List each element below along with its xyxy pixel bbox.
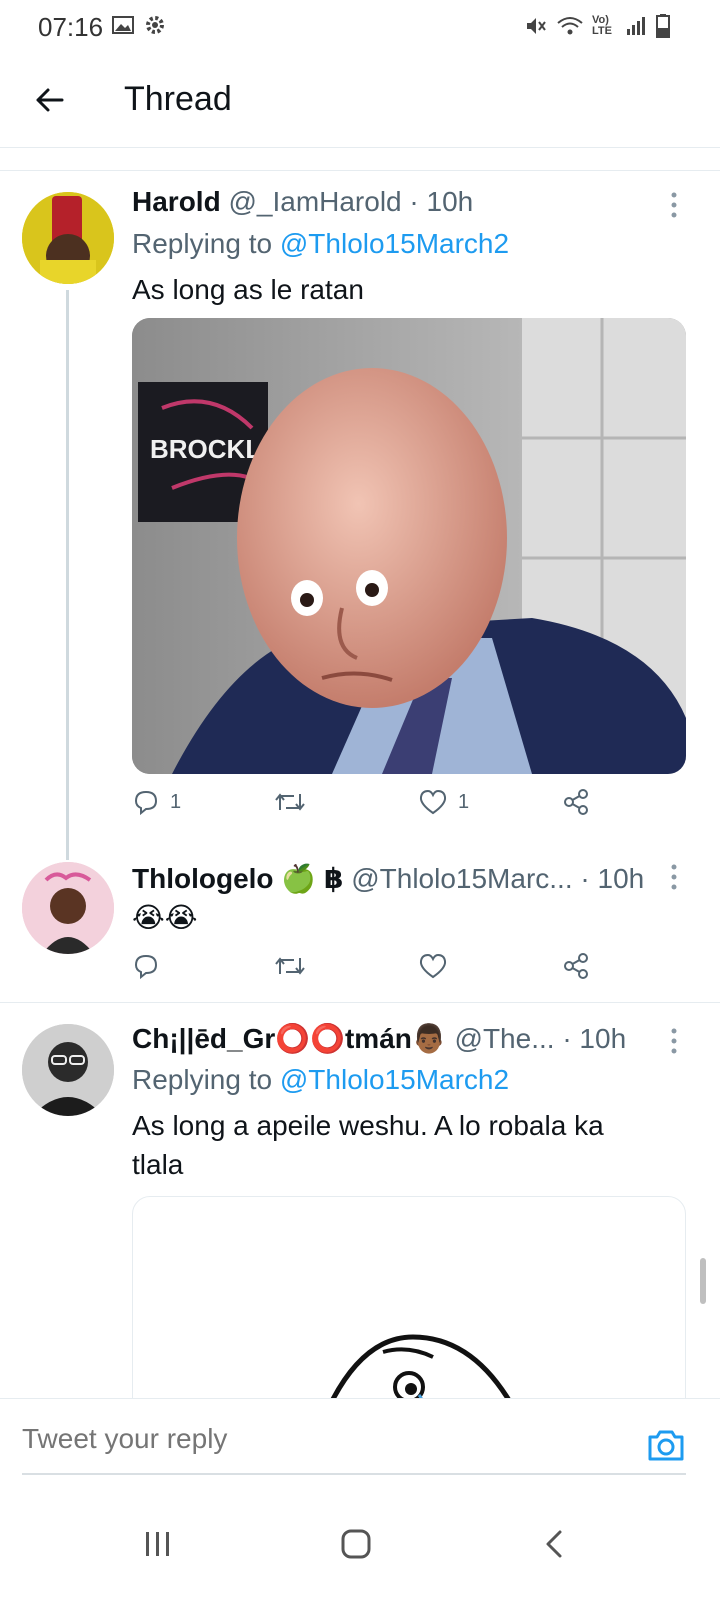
- media-sign-text: BROCKL: [150, 434, 261, 464]
- share-icon: [564, 953, 588, 979]
- camera-icon[interactable]: [646, 1425, 686, 1465]
- dot-separator: ·: [409, 186, 419, 217]
- tweet-header: Thlologelo 🍏 ฿ @Thlolo15Marc... · 10h: [132, 862, 660, 895]
- tweet-header: Ch¡||ēd_Gr⭕⭕tmán👨🏾 @The... · 10h: [132, 1022, 660, 1055]
- avatar[interactable]: [22, 862, 114, 954]
- tweet-time: 10h: [597, 863, 645, 894]
- retweet-action[interactable]: [274, 952, 316, 980]
- share-action[interactable]: [562, 952, 590, 980]
- tweet-harold[interactable]: Harold @_IamHarold · 10h Replying to @Th…: [0, 170, 720, 860]
- recents-icon[interactable]: [138, 1524, 178, 1564]
- avatar[interactable]: [22, 1024, 114, 1116]
- like-action[interactable]: 1: [418, 788, 469, 816]
- media-meme-drawing: [330, 1334, 511, 1398]
- tweet-time: 10h: [426, 186, 474, 217]
- retweet-icon: [275, 793, 305, 811]
- like-icon: [419, 789, 447, 815]
- back-nav-icon[interactable]: [534, 1524, 574, 1564]
- tweet-thlologelo[interactable]: Thlologelo 🍏 ฿ @Thlolo15Marc... · 10h 😭😭: [0, 860, 720, 1002]
- replying-mention-link[interactable]: @Thlolo15March2: [280, 228, 509, 259]
- avatar-image: [22, 862, 114, 954]
- share-icon: [564, 789, 588, 815]
- dot-separator: ·: [562, 1023, 572, 1054]
- retweet-action[interactable]: [274, 788, 316, 816]
- more-icon[interactable]: [664, 862, 684, 892]
- replying-prefix: Replying to: [132, 228, 273, 259]
- replying-to: Replying to @Thlolo15March2: [132, 228, 509, 260]
- reply-count: 1: [170, 790, 182, 813]
- status-time: 07:16: [38, 12, 104, 42]
- dot-separator: ·: [580, 863, 590, 894]
- battery-icon: [656, 14, 670, 38]
- page-title: Thread: [124, 80, 232, 118]
- avatar-image: [22, 1024, 114, 1116]
- tweet-chilled-grootman[interactable]: Ch¡||ēd_Gr⭕⭕tmán👨🏾 @The... · 10h Replyin…: [0, 1002, 720, 1398]
- author-handle[interactable]: @_IamHarold: [228, 186, 401, 217]
- tweet-media-image[interactable]: [132, 1196, 686, 1398]
- status-notification-icons: [112, 14, 166, 36]
- reply-action[interactable]: [132, 952, 170, 980]
- name-badges: 🍏 ฿: [281, 863, 344, 894]
- like-count: 1: [458, 790, 470, 813]
- reply-icon: [134, 954, 158, 980]
- gallery-icon: [112, 16, 134, 34]
- more-icon[interactable]: [664, 190, 684, 220]
- author-name[interactable]: Thlologelo: [132, 863, 274, 894]
- reply-icon: [134, 790, 158, 816]
- replying-to: Replying to @Thlolo15March2: [132, 1064, 509, 1096]
- avatar-image: [22, 192, 114, 284]
- more-icon[interactable]: [664, 1026, 684, 1056]
- avatar[interactable]: [22, 192, 114, 284]
- tweet-time: 10h: [579, 1023, 627, 1054]
- tweet-text: 😭😭: [132, 902, 198, 933]
- tweet-text: As long a apeile weshu. A lo robala ka t…: [132, 1110, 604, 1180]
- replying-mention-link[interactable]: @Thlolo15March2: [280, 1064, 509, 1095]
- like-icon: [419, 953, 447, 979]
- tweet-actions: [132, 952, 602, 992]
- thread-header: Thread: [0, 52, 720, 148]
- tweet-actions: 1 1: [132, 788, 602, 828]
- system-nav-bar: [0, 1494, 720, 1600]
- retweet-icon: [275, 957, 305, 975]
- reply-action[interactable]: 1: [132, 788, 181, 816]
- home-icon[interactable]: [336, 1524, 376, 1564]
- reply-input-underline: [22, 1473, 686, 1475]
- wifi-icon: [557, 17, 583, 35]
- lte-label: Vo) LTE: [592, 14, 612, 37]
- mute-icon: [527, 18, 546, 34]
- scrollbar-thumb[interactable]: [700, 1258, 706, 1304]
- status-bar: 07:16 Vo) LTE: [0, 0, 720, 52]
- back-arrow-icon[interactable]: [28, 78, 72, 122]
- like-action[interactable]: [418, 952, 458, 980]
- settings-gear-icon: [146, 16, 164, 34]
- media-photo: BROCKL: [132, 318, 686, 774]
- replying-prefix: Replying to: [132, 1064, 273, 1095]
- tweet-text: As long as le ratan: [132, 274, 364, 305]
- author-handle[interactable]: @Thlolo15Marc...: [351, 863, 572, 894]
- reply-input[interactable]: [22, 1423, 582, 1455]
- signal-icon: [627, 17, 645, 35]
- tweet-header: Harold @_IamHarold · 10h: [132, 186, 660, 218]
- share-action[interactable]: [562, 788, 590, 816]
- author-name[interactable]: Harold: [132, 186, 221, 217]
- status-system-icons: Vo) LTE: [524, 14, 670, 38]
- reply-composer: [0, 1398, 720, 1494]
- author-name[interactable]: Ch¡||ēd_Gr⭕⭕tmán👨🏾: [132, 1023, 447, 1054]
- author-handle[interactable]: @The...: [455, 1023, 555, 1054]
- tweet-media-image[interactable]: BROCKL: [132, 318, 686, 774]
